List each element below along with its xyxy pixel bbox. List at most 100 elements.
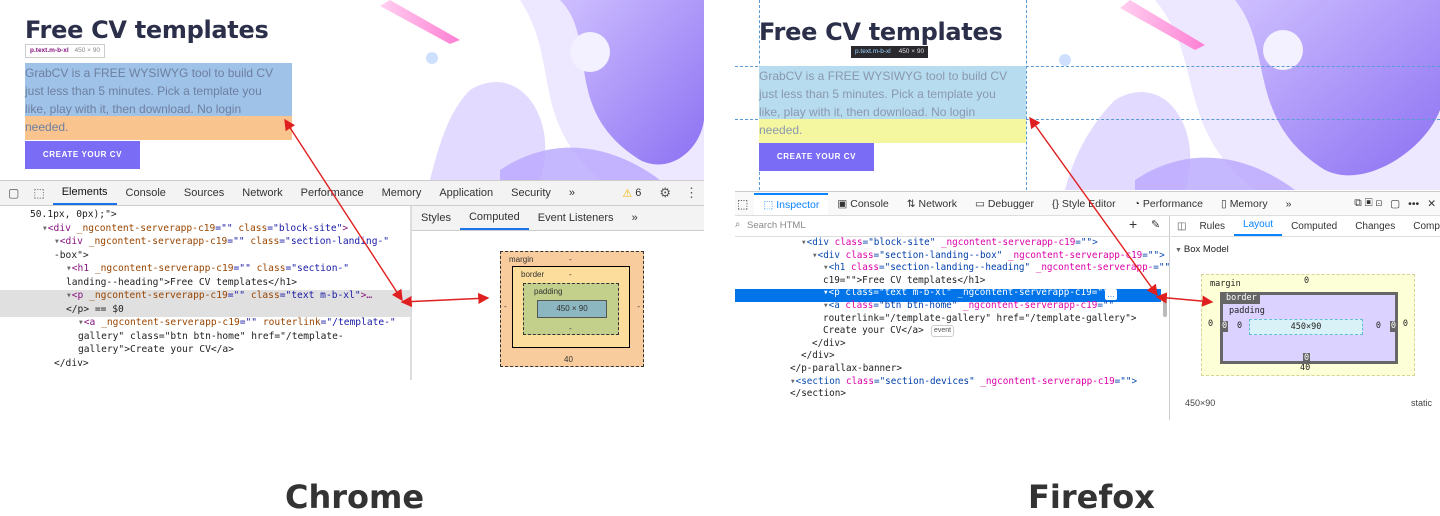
code-line[interactable]: gallery" class="btn btn-home" href="/tem… xyxy=(6,330,396,344)
code-tag: <section xyxy=(795,375,841,387)
box-padding-left: 0 xyxy=(1237,321,1243,331)
side-tab-styles[interactable]: Styles xyxy=(412,212,460,224)
more-tabs-button[interactable]: » xyxy=(1277,198,1301,210)
tab-console[interactable]: Console xyxy=(117,187,175,199)
code-attr: class="text m-b-xl" xyxy=(839,287,952,299)
close-icon[interactable]: ✕ xyxy=(1423,198,1440,210)
code-line[interactable]: ▾<div _ngcontent-serverapp-c19="" class=… xyxy=(6,235,396,249)
code-line[interactable]: c19="">Free CV templates</h1> xyxy=(735,275,1169,288)
toggle-pane-icon[interactable]: ◫ xyxy=(1171,221,1190,232)
event-badge[interactable]: event xyxy=(931,325,955,337)
chrome-code-lines: 50.1px, 0px);"> ▾<div _ngcontent-serverap… xyxy=(6,208,396,370)
tab-performance[interactable]: ◔ Performance xyxy=(1125,198,1212,210)
tab-console[interactable]: ▣ Console xyxy=(828,198,897,210)
code-line[interactable]: </div> xyxy=(6,357,396,371)
eyedropper-icon[interactable]: ✎ xyxy=(1151,218,1160,231)
code-attr: class="section-landing-" xyxy=(244,236,390,247)
box-border-right: 0 xyxy=(1389,321,1397,332)
code-line[interactable]: </div> xyxy=(735,338,1169,351)
code-line[interactable]: </p-parallax-banner> xyxy=(735,363,1169,376)
code-line[interactable]: ▾<div _ngcontent-serverapp-c19="" class=… xyxy=(6,222,396,236)
element-picker-icon[interactable]: ⬚ xyxy=(25,186,52,200)
element-picker-icon[interactable]: ⬚ xyxy=(735,197,754,211)
code-attr: class="section-landing--heading" xyxy=(845,262,1031,274)
search-html-input[interactable]: Search HTML xyxy=(747,220,806,231)
kebab-menu-icon[interactable]: ⋮ xyxy=(679,185,704,201)
box-model-section-header[interactable]: ▼ Box Model xyxy=(1175,244,1229,255)
tab-style-editor[interactable]: {} Style Editor xyxy=(1043,198,1125,210)
code-text: 50.1px, 0px);"> xyxy=(30,209,117,220)
code-line[interactable]: ▾<p _ngcontent-serverapp-c19="" class="t… xyxy=(6,289,396,303)
box-content-size: 450 × 90 xyxy=(537,300,607,318)
tab-memory[interactable]: Memory xyxy=(373,187,431,199)
create-cv-button[interactable]: CREATE YOUR CV xyxy=(759,143,874,171)
code-line[interactable]: ▾<p class="text m-b-xl" _ngcontent-serve… xyxy=(735,287,1169,300)
side-tab-event-listeners[interactable]: Event Listeners xyxy=(529,212,623,224)
side-tab-changes[interactable]: Changes xyxy=(1346,221,1404,232)
code-line[interactable]: gallery">Create your CV</a> xyxy=(6,343,396,357)
code-text: routerlink="/template-gallery" href="/te… xyxy=(823,312,1137,324)
element-size-readout: 450×90 xyxy=(1185,398,1216,408)
code-line[interactable]: ▾<h1 _ngcontent-serverapp-c19="" class="… xyxy=(6,262,396,276)
code-line[interactable]: ▾<h1 class="section-landing--heading" _n… xyxy=(735,262,1169,275)
code-line[interactable]: ▾<div class="section-landing--box" _ngco… xyxy=(735,250,1169,263)
tab-inspector[interactable]: ⬚ Inspector xyxy=(754,192,829,215)
code-attr: _ngcontent-serverapp-c19="" xyxy=(82,236,245,247)
side-tab-compatibility[interactable]: Comp xyxy=(1404,221,1440,232)
code-line[interactable]: ▾<a class="btn btn-home" _ngcontent-serv… xyxy=(735,300,1169,313)
code-line[interactable]: ▾<a _ngcontent-serverapp-c19="" routerli… xyxy=(6,316,396,330)
code-line[interactable]: </p> == $0 xyxy=(6,303,396,317)
ellipsis-menu-icon[interactable]: ••• xyxy=(1404,198,1423,210)
network-icon: ⇅ xyxy=(906,197,919,210)
tab-security[interactable]: Security xyxy=(502,187,560,199)
chrome-elements-tree[interactable]: 50.1px, 0px);"> ▾<div _ngcontent-serverap… xyxy=(0,206,410,380)
warning-icon[interactable]: ⚠ xyxy=(622,187,632,200)
code-text: Create your CV</a> xyxy=(823,325,924,337)
firefox-pane-divider[interactable] xyxy=(1169,216,1170,420)
code-line[interactable]: -box"> xyxy=(6,249,396,263)
code-line[interactable]: routerlink="/template-gallery" href="/te… xyxy=(735,313,1169,326)
tab-performance[interactable]: Performance xyxy=(292,187,373,199)
code-text: </p> == $0 xyxy=(66,303,124,315)
dock-icon[interactable]: ▢ xyxy=(1386,198,1404,210)
tab-network[interactable]: ⇅ Network xyxy=(898,198,966,210)
tab-application[interactable]: Application xyxy=(430,187,502,199)
markup-scrollbar[interactable] xyxy=(1163,297,1167,317)
tab-sources[interactable]: Sources xyxy=(175,187,233,199)
code-line[interactable]: 50.1px, 0px);"> xyxy=(6,208,396,222)
box-margin-label: margin xyxy=(509,255,534,264)
tab-debugger-label: Debugger xyxy=(987,197,1034,210)
toolbox-buttons-icon[interactable]: ⧉ ▣ ⊡ xyxy=(1350,197,1386,210)
firefox-code-lines: ▾<div class="block-site" _ngcontent-serv… xyxy=(735,237,1169,401)
intro-paragraph: GrabCV is a FREE WYSIWYG tool to build C… xyxy=(25,66,274,134)
firefox-box-model: margin 0 0 0 40 border padding 0 0 0 0 4… xyxy=(1201,274,1415,376)
box-margin-left: 0 xyxy=(1208,319,1214,329)
dock-icon[interactable]: ▢ xyxy=(0,186,25,200)
tab-network[interactable]: Network xyxy=(233,187,291,199)
side-more-button[interactable]: » xyxy=(623,212,647,224)
side-tab-computed[interactable]: Computed xyxy=(1282,221,1346,232)
code-line[interactable]: ▾<div class="block-site" _ngcontent-serv… xyxy=(735,237,1169,250)
side-tab-layout[interactable]: Layout xyxy=(1234,216,1283,236)
code-line[interactable]: </div> xyxy=(735,350,1169,363)
more-tabs-button[interactable]: » xyxy=(560,187,584,199)
add-node-button[interactable]: + xyxy=(1129,216,1137,232)
tab-debugger[interactable]: ▭ Debugger xyxy=(966,198,1043,210)
tab-console-label: Console xyxy=(850,197,889,210)
tooltip-size: 450 × 90 xyxy=(898,48,925,55)
firefox-caption: Firefox xyxy=(1028,478,1155,516)
box-margin-top: 0 xyxy=(1304,276,1310,286)
tab-memory[interactable]: ▯ Memory xyxy=(1212,198,1277,210)
code-line[interactable]: </section> xyxy=(735,388,1169,401)
tab-elements[interactable]: Elements xyxy=(52,181,117,205)
code-tag: <div xyxy=(817,249,840,261)
gear-icon[interactable]: ⚙ xyxy=(651,185,679,201)
firefox-markup-tree[interactable]: ▾<div class="block-site" _ngcontent-serv… xyxy=(735,237,1169,420)
side-tab-rules[interactable]: Rules xyxy=(1190,221,1234,232)
code-tag: <h1 xyxy=(71,263,90,274)
create-cv-button[interactable]: CREATE YOUR CV xyxy=(25,141,140,169)
more-badge[interactable]: … xyxy=(1105,289,1117,300)
code-line[interactable]: landing--heading">Free CV templates</h1> xyxy=(6,276,396,290)
side-tab-computed[interactable]: Computed xyxy=(459,206,529,230)
code-line[interactable]: ▾<section class="section-devices" _ngcon… xyxy=(735,376,1169,389)
